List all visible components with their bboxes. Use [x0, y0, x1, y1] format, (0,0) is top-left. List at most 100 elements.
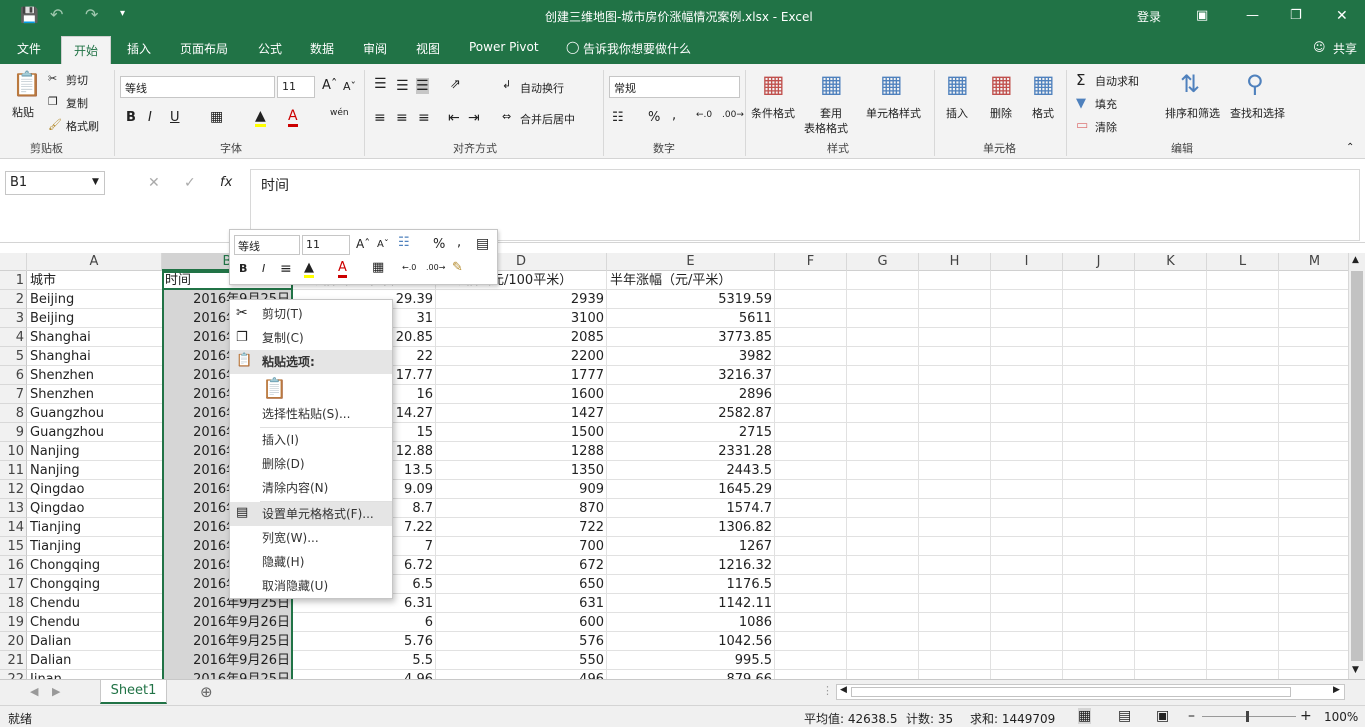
cell-daily-rise-100[interactable]: 600 — [436, 613, 607, 632]
sheet-splitter-icon[interactable]: ⋮ — [822, 684, 833, 697]
currency-icon[interactable]: ☷ — [612, 110, 624, 125]
mini-font-select[interactable]: 等线 — [234, 235, 300, 255]
cell-daily-rise-100[interactable]: 672 — [436, 556, 607, 575]
increase-font-icon[interactable]: Aˆ — [322, 78, 337, 93]
zoom-thumb[interactable] — [1246, 711, 1249, 722]
cell-halfyear-rise[interactable]: 3773.85 — [607, 328, 775, 347]
collapse-ribbon-icon[interactable]: ⌃ — [1346, 142, 1354, 153]
insert-function-button[interactable]: fx — [220, 175, 232, 190]
menu-item-hide[interactable]: 隐藏(H) — [230, 550, 392, 574]
cell-date[interactable]: 2016年9月25日 — [162, 632, 293, 651]
cell-halfyear-rise[interactable]: 1042.56 — [607, 632, 775, 651]
cell-date[interactable]: 2016年9月25日 — [162, 670, 293, 679]
delete-cells-icon[interactable]: ▦ — [990, 70, 1013, 98]
number-format-icon[interactable]: ☷ — [398, 235, 410, 250]
cell-city[interactable]: Beijing — [27, 309, 162, 328]
row-header[interactable]: 5 — [0, 347, 27, 366]
login-button[interactable]: 登录 — [1137, 8, 1161, 25]
cell-halfyear-rise[interactable]: 1086 — [607, 613, 775, 632]
row-header[interactable]: 13 — [0, 499, 27, 518]
row-header[interactable]: 14 — [0, 518, 27, 537]
restore-icon[interactable]: ❐ — [1290, 8, 1302, 23]
percent-button[interactable]: % — [433, 237, 445, 252]
cell-city[interactable]: Chendu — [27, 594, 162, 613]
sheet-tab-sheet1[interactable]: Sheet1 — [100, 680, 167, 704]
copy-button[interactable]: 复制 — [66, 95, 88, 111]
paste-icon[interactable]: 📋 — [12, 70, 42, 98]
add-sheet-icon[interactable]: ⊕ — [200, 683, 213, 701]
menu-item-insert[interactable]: 插入(I) — [230, 428, 392, 452]
normal-view-icon[interactable]: ▦ — [1078, 708, 1092, 724]
cell-daily-rise-100[interactable]: 3100 — [436, 309, 607, 328]
increase-font-icon[interactable]: Aˆ — [356, 237, 370, 251]
menu-item-clear[interactable]: 清除内容(N) — [230, 476, 392, 500]
cell-halfyear-rise[interactable]: 3216.37 — [607, 366, 775, 385]
scroll-thumb[interactable] — [851, 687, 1291, 697]
cell-daily-rise-100[interactable]: 722 — [436, 518, 607, 537]
cell-halfyear-rise[interactable]: 1142.11 — [607, 594, 775, 613]
name-box[interactable]: B1 — [5, 171, 105, 195]
tab-data[interactable]: 数据 — [310, 40, 334, 57]
clear-button[interactable]: 清除 — [1095, 119, 1117, 135]
cell-city[interactable]: Nanjing — [27, 461, 162, 480]
cell-daily-rise-100[interactable]: 2939 — [436, 290, 607, 309]
scroll-thumb[interactable] — [1351, 271, 1363, 661]
align-center-icon[interactable]: ≡ — [280, 261, 292, 277]
conditional-format-button[interactable]: 条件格式 — [751, 105, 795, 121]
minimize-icon[interactable]: — — [1246, 8, 1259, 23]
row-header[interactable]: 16 — [0, 556, 27, 575]
paste-button[interactable]: 粘贴 — [12, 104, 34, 120]
decrease-font-icon[interactable]: Aˇ — [377, 239, 389, 250]
cell-city[interactable]: Qingdao — [27, 480, 162, 499]
zoom-slider[interactable] — [1202, 716, 1296, 717]
fill-color-icon[interactable]: ▲ — [255, 108, 266, 127]
cell-daily-rise-100[interactable]: 1350 — [436, 461, 607, 480]
font-color-icon[interactable]: A — [338, 260, 347, 278]
tab-view[interactable]: 视图 — [416, 40, 440, 57]
font-size-select[interactable]: 11 — [277, 76, 315, 98]
zoom-out-icon[interactable]: – — [1188, 708, 1195, 724]
worksheet-grid[interactable]: 1城市时间日涨幅（元/平米）日涨幅（元/100平米）半年涨幅（元/平米）2Bei… — [0, 271, 1348, 679]
cell-daily-rise-100[interactable]: 909 — [436, 480, 607, 499]
format-cells-icon[interactable]: ▦ — [1032, 70, 1055, 98]
cell-daily-rise-100[interactable]: 1600 — [436, 385, 607, 404]
cell-city[interactable]: Dalian — [27, 632, 162, 651]
cell-daily-rise-100[interactable]: 496 — [436, 670, 607, 679]
column-header-f[interactable]: F — [775, 253, 847, 271]
cell-halfyear-rise[interactable]: 995.5 — [607, 651, 775, 670]
cut-icon[interactable]: ✂ — [48, 72, 57, 85]
cell-city[interactable]: Nanjing — [27, 442, 162, 461]
cell-city[interactable]: Qingdao — [27, 499, 162, 518]
row-header[interactable]: 2 — [0, 290, 27, 309]
row-header[interactable]: 22 — [0, 670, 27, 679]
cell-halfyear-rise[interactable]: 1267 — [607, 537, 775, 556]
cell-daily-rise-100[interactable]: 1500 — [436, 423, 607, 442]
cell-daily-rise-100[interactable]: 650 — [436, 575, 607, 594]
cell-halfyear-rise[interactable]: 1645.29 — [607, 480, 775, 499]
cell-halfyear-rise[interactable]: 3982 — [607, 347, 775, 366]
select-all-corner[interactable] — [0, 253, 27, 271]
border-icon[interactable]: ▦ — [372, 260, 384, 275]
tell-me-search[interactable]: 告诉我你想要做什么 — [583, 40, 691, 57]
cell-city[interactable]: Chendu — [27, 613, 162, 632]
cell-styles-icon[interactable]: ▦ — [880, 70, 903, 98]
tab-page-layout[interactable]: 页面布局 — [180, 40, 228, 57]
row-header[interactable]: 19 — [0, 613, 27, 632]
align-center-icon[interactable]: ≡ — [396, 110, 408, 126]
share-button[interactable]: 共享 — [1333, 40, 1357, 57]
cell-daily-rise-100[interactable]: 700 — [436, 537, 607, 556]
cancel-icon[interactable]: ✕ — [148, 175, 160, 191]
row-header[interactable]: 10 — [0, 442, 27, 461]
save-icon[interactable]: 💾 — [20, 6, 39, 24]
underline-button[interactable]: U — [170, 110, 180, 125]
cell-daily-rise-100[interactable]: 1288 — [436, 442, 607, 461]
cell-halfyear-rise[interactable]: 5611 — [607, 309, 775, 328]
column-header-i[interactable]: I — [991, 253, 1063, 271]
cell-city[interactable]: Shanghai — [27, 328, 162, 347]
tab-file[interactable]: 文件 — [17, 40, 41, 57]
tab-power-pivot[interactable]: Power Pivot — [469, 40, 539, 54]
cell-date[interactable]: 2016年9月26日 — [162, 651, 293, 670]
row-header[interactable]: 20 — [0, 632, 27, 651]
align-middle-icon[interactable]: ☰ — [396, 78, 409, 94]
vertical-scrollbar[interactable]: ▲ ▼ — [1348, 253, 1365, 679]
